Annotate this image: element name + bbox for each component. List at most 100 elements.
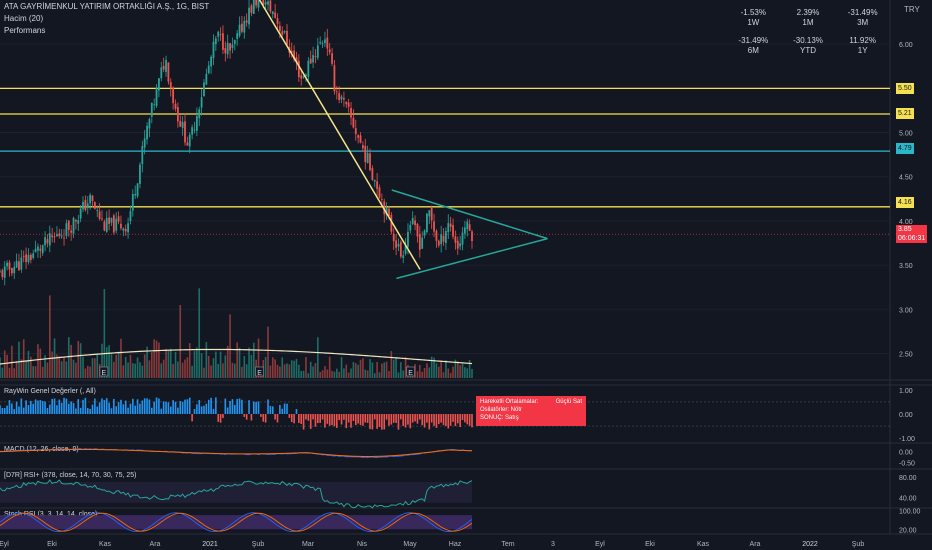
volume-bar <box>165 349 167 378</box>
raywin-bar <box>200 406 203 414</box>
raywin-bar <box>186 399 189 414</box>
candle-body <box>127 223 129 233</box>
time-axis-tick: Eki <box>645 541 655 548</box>
volume-bar <box>250 354 253 378</box>
volume-bar <box>34 366 37 378</box>
volume-bar <box>430 356 433 378</box>
raywin-bar <box>400 414 402 420</box>
price-chart[interactable]: 6.005.505.004.504.003.503.002.50EEERayWi… <box>0 0 932 550</box>
currency-label[interactable]: TRY <box>904 5 920 14</box>
volume-bar <box>200 353 203 378</box>
raywin-bar <box>456 414 459 424</box>
candle-body <box>91 195 94 201</box>
raywin-bar <box>46 407 49 414</box>
raywin-bar <box>352 414 355 421</box>
price-tag-4-79: 4.79 <box>896 143 914 154</box>
raywin-bar <box>49 404 51 414</box>
candle-body <box>1 270 4 277</box>
candle-body <box>155 87 158 106</box>
raywin-bar <box>421 414 423 426</box>
perf-value: 11.92% <box>849 36 876 45</box>
candle-body <box>231 44 234 48</box>
volume-bar <box>6 354 8 378</box>
candle-body <box>274 12 277 18</box>
candle-body <box>241 23 243 32</box>
volume-bar <box>108 345 110 378</box>
candle-body <box>184 121 186 143</box>
candle-body <box>93 202 96 209</box>
raywin-bar <box>414 414 416 422</box>
volume-bar <box>354 363 357 378</box>
candle-body <box>248 7 250 25</box>
volume-bar <box>210 365 212 378</box>
volume-bar <box>212 358 215 378</box>
raywin-bar <box>44 401 46 414</box>
time-axis-tick: Tem <box>501 541 514 548</box>
candle-body <box>214 38 217 45</box>
candle-body <box>122 228 125 231</box>
raywin-bar <box>309 414 312 429</box>
raywin-bar <box>41 401 44 414</box>
volume-bar <box>388 371 390 378</box>
raywin-bar <box>37 400 39 414</box>
raywin-bar <box>20 398 23 414</box>
candle-body <box>316 45 319 58</box>
candle-body <box>345 101 348 105</box>
candle-body <box>395 240 398 248</box>
candle-body <box>46 239 49 244</box>
volume-indicator-label[interactable]: Hacim (20) <box>4 14 43 24</box>
candle-body <box>179 120 182 127</box>
raywin-bar <box>193 409 196 414</box>
raywin-bar <box>447 414 450 429</box>
candle-body <box>300 75 303 79</box>
volume-bar <box>60 361 63 378</box>
volume-bar <box>459 365 461 378</box>
candle-body <box>198 109 201 119</box>
volume-bar <box>127 362 129 378</box>
volume-bar <box>49 295 51 378</box>
raywin-bar <box>3 408 6 414</box>
raywin-bar <box>449 414 452 426</box>
time-axis-tick: Eyl <box>0 541 9 548</box>
raywin-bar <box>169 406 172 414</box>
candle-body <box>86 203 89 209</box>
raywin-bar <box>466 414 469 425</box>
candle-body <box>357 135 360 138</box>
candle-body <box>471 231 473 242</box>
candle-body <box>278 25 281 32</box>
candle-body <box>41 245 44 254</box>
volume-bar <box>148 360 151 378</box>
raywin-bar <box>86 408 89 414</box>
volume-bar <box>172 364 174 378</box>
symbol-title[interactable]: ATA GAYRİMENKUL YATIRIM ORTAKLIĞI A.Ş., … <box>4 2 209 12</box>
last-price-tag: 3.85 06:06:31 <box>896 225 928 243</box>
volume-bar <box>13 368 16 378</box>
volume-bar <box>468 359 471 378</box>
candle-body <box>364 146 367 163</box>
volume-bar <box>27 350 30 378</box>
candle-body <box>60 235 63 237</box>
time-axis-tick: Kas <box>99 541 112 548</box>
candle-body <box>418 234 421 250</box>
price-tag-5-50: 5.50 <box>896 83 914 94</box>
volume-bar <box>37 344 39 378</box>
volume-bar <box>317 337 319 378</box>
performance-indicator-label[interactable]: Performans <box>4 26 45 36</box>
raywin-bar <box>25 400 27 414</box>
raywin-bar <box>243 414 246 417</box>
raywin-bar <box>160 408 163 414</box>
time-axis-tick: Ara <box>150 541 161 548</box>
raywin-bar <box>143 398 146 414</box>
candle-body <box>324 39 326 44</box>
volume-bar <box>70 344 72 378</box>
perf-label: 1W <box>747 18 760 27</box>
candle-body <box>437 240 440 246</box>
candle-body <box>103 221 106 231</box>
volume-bar <box>143 354 146 378</box>
volume-bar <box>174 352 177 378</box>
indicator-axis-tick: 0.00 <box>899 450 913 457</box>
volume-bar <box>39 348 42 378</box>
raywin-bar <box>331 414 333 426</box>
volume-bar <box>110 354 113 378</box>
candle-body <box>129 211 132 221</box>
